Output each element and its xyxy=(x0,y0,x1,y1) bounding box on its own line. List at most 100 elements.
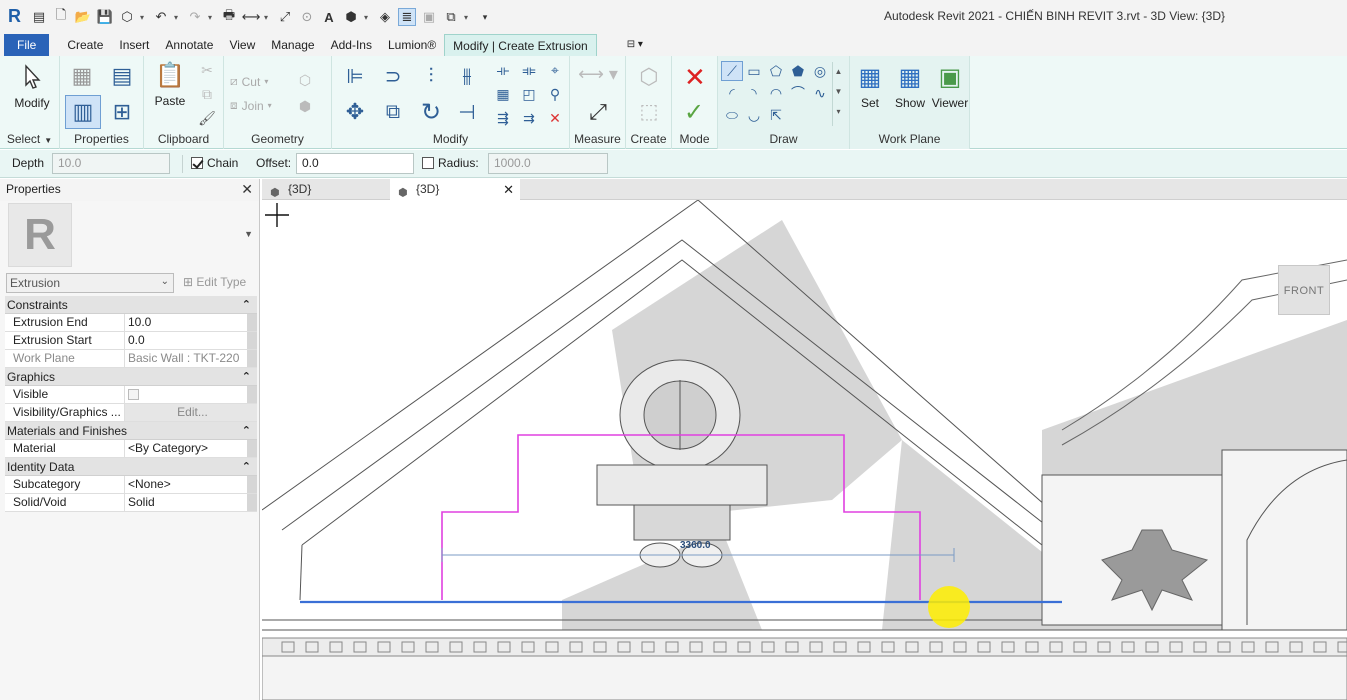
family-types-icon[interactable]: ▤ xyxy=(106,60,138,92)
section-graphics[interactable]: Graphics ⌃ xyxy=(5,368,257,386)
finish-edit-mode-icon[interactable]: ✓ xyxy=(684,100,704,126)
section-identity-data[interactable]: Identity Data ⌃ xyxy=(5,458,257,476)
tab-lumion[interactable]: Lumion® xyxy=(380,34,444,56)
visibility-edit-button[interactable]: Edit... xyxy=(125,404,257,421)
property-row[interactable]: Extrusion Start 0.0 xyxy=(5,332,257,350)
mirror-draw-axis-icon[interactable]: ⫵ xyxy=(452,62,482,90)
paste-button[interactable]: 📋 Paste xyxy=(150,60,190,109)
partial-ellipse-icon[interactable]: ◡ xyxy=(744,106,764,124)
radius-checkbox[interactable]: Radius: xyxy=(422,156,479,170)
copy-element-icon[interactable]: ⧉ xyxy=(378,98,408,126)
open-icon[interactable]: 🗋 xyxy=(52,7,70,26)
tab-3d-view-inactive[interactable]: ⬢ {3D} xyxy=(262,179,390,200)
cancel-edit-mode-icon[interactable]: ✕ xyxy=(684,64,706,90)
drawing-canvas[interactable]: 3360.0 FRONT xyxy=(262,200,1347,700)
measure-icon[interactable]: ⟷ xyxy=(242,8,261,26)
section-constraints[interactable]: Constraints ⌃ xyxy=(5,296,257,314)
text-icon[interactable]: A xyxy=(320,8,338,26)
trim-multiple-icon[interactable]: ⇶ xyxy=(492,108,514,128)
tab-annotate[interactable]: Annotate xyxy=(157,34,221,56)
family-category-icon[interactable]: ⊞ xyxy=(106,96,138,128)
tab-view[interactable]: View xyxy=(221,34,263,56)
inscribed-polygon-icon[interactable]: ⬠ xyxy=(766,62,786,80)
undo-icon[interactable]: ↶ xyxy=(152,8,170,26)
ribbon-minimize-icon[interactable]: ⊟ ▾ xyxy=(617,34,653,56)
tag-icon[interactable]: ⊙ xyxy=(298,8,316,26)
section-icon[interactable]: ◈ xyxy=(376,8,394,26)
scale-icon[interactable]: ◰ xyxy=(518,84,540,104)
folder-icon[interactable]: 📂 xyxy=(74,8,92,26)
tab-modify-create-extrusion[interactable]: Modify | Create Extrusion xyxy=(444,34,597,56)
draw-gallery-scroll[interactable]: ▲ ▼ ▾ xyxy=(832,62,844,126)
type-selector-arrow-icon[interactable]: ▼ xyxy=(244,229,253,239)
create-similar-icon[interactable]: ⬚ xyxy=(634,96,664,126)
viewcube[interactable]: FRONT xyxy=(1278,265,1330,315)
property-row[interactable]: Visible xyxy=(5,386,257,404)
visible-checkbox[interactable] xyxy=(128,389,139,400)
close-icon[interactable]: ✕ xyxy=(241,179,253,199)
tab-create[interactable]: Create xyxy=(59,34,111,56)
tab-insert[interactable]: Insert xyxy=(111,34,157,56)
trim-extend-icon[interactable]: ⊣ xyxy=(452,98,482,126)
cut-geometry-button[interactable]: ⧄ Cut ▾ xyxy=(230,74,268,89)
align-icon[interactable]: ⊫ xyxy=(340,62,370,90)
join-geometry-button[interactable]: ⧈ Join ▾ xyxy=(230,98,272,113)
create-group-icon[interactable]: ⬡ xyxy=(634,62,664,92)
switch-windows-icon[interactable]: ⧉ xyxy=(442,8,460,26)
properties-icon[interactable]: ▥ xyxy=(65,95,101,129)
close-hidden-icon[interactable]: ▣ xyxy=(420,8,438,26)
ellipse-icon[interactable]: ⬭ xyxy=(722,106,742,124)
type-filter-select[interactable]: Extrusion ⌄ xyxy=(6,273,174,293)
rectangle-icon[interactable]: ▭ xyxy=(744,62,764,80)
tab-manage[interactable]: Manage xyxy=(263,34,322,56)
customize-qat-icon[interactable]: ▾ xyxy=(476,8,494,26)
chain-checkbox[interactable]: Chain xyxy=(191,156,238,170)
property-row[interactable]: Extrusion End 10.0 xyxy=(5,314,257,332)
line-icon[interactable]: ⟋ xyxy=(721,61,743,81)
match-properties-icon[interactable]: 🖌 xyxy=(196,108,218,128)
array-icon[interactable]: ▦ xyxy=(492,84,514,104)
select-dropdown[interactable]: Select ▼ xyxy=(0,132,59,146)
delete-icon[interactable]: ✕ xyxy=(544,108,566,128)
measure-distance-icon[interactable]: ⟷ ▾ xyxy=(578,64,618,84)
print-icon[interactable]: 🖶 xyxy=(220,7,238,26)
ribbon-toggle-icon[interactable]: ▤ xyxy=(30,8,48,26)
radius-input[interactable]: 1000.0 xyxy=(488,153,608,174)
circle-icon[interactable]: ◎ xyxy=(810,62,830,80)
wall-joins-icon[interactable]: ⬡ xyxy=(294,70,316,90)
tab-3d-view-active[interactable]: ⬢ {3D} ✕ xyxy=(390,179,520,200)
center-ends-arc-icon[interactable]: ◝ xyxy=(744,84,764,102)
save-icon[interactable]: 💾 xyxy=(96,8,114,26)
copy-icon[interactable]: ⧉ xyxy=(196,84,218,104)
move-icon[interactable]: ✥ xyxy=(340,98,370,126)
fillet-arc-icon[interactable]: ⌒ xyxy=(788,84,808,102)
close-icon[interactable]: ✕ xyxy=(503,179,514,200)
start-end-arc-icon[interactable]: ◜ xyxy=(722,84,742,102)
offset-icon[interactable]: ⊃ xyxy=(378,62,408,90)
split-gap-icon[interactable]: ⟚ xyxy=(518,60,540,80)
thin-lines-icon[interactable]: ≣ xyxy=(398,8,416,26)
tangent-arc-icon[interactable]: ◠ xyxy=(766,84,786,102)
rotate-icon[interactable]: ↻ xyxy=(416,98,446,126)
unpin-icon[interactable]: ⌖ xyxy=(544,60,566,80)
3d-view-icon[interactable]: ⬢ xyxy=(342,8,360,26)
pin-icon[interactable]: ⚲ xyxy=(544,84,566,104)
revit-logo-icon[interactable]: R xyxy=(8,6,24,26)
depth-input[interactable]: 10.0 xyxy=(52,153,170,174)
property-row[interactable]: Visibility/Graphics ... Edit... xyxy=(5,404,257,422)
temporary-dimension-value[interactable]: 3360.0 xyxy=(680,540,711,551)
split-element-icon[interactable]: ⟛ xyxy=(492,60,514,80)
sync-icon[interactable]: ⬡ xyxy=(118,8,136,26)
split-face-icon[interactable]: ⬢ xyxy=(294,96,316,116)
tab-addins[interactable]: Add-Ins xyxy=(323,34,380,56)
trim-single-icon[interactable]: ⇉ xyxy=(518,108,540,128)
circumscribed-polygon-icon[interactable]: ⬟ xyxy=(788,62,808,80)
property-row[interactable]: Solid/Void Solid xyxy=(5,494,257,512)
property-row[interactable]: Material <By Category> xyxy=(5,440,257,458)
set-work-plane-button[interactable]: ▦ Set xyxy=(854,62,886,111)
tab-file[interactable]: File xyxy=(4,34,50,56)
aligned-dimension-icon[interactable]: ⤢ xyxy=(578,98,618,126)
section-materials[interactable]: Materials and Finishes ⌃ xyxy=(5,422,257,440)
redo-icon[interactable]: ↷ xyxy=(186,8,204,26)
property-row[interactable]: Subcategory <None> xyxy=(5,476,257,494)
